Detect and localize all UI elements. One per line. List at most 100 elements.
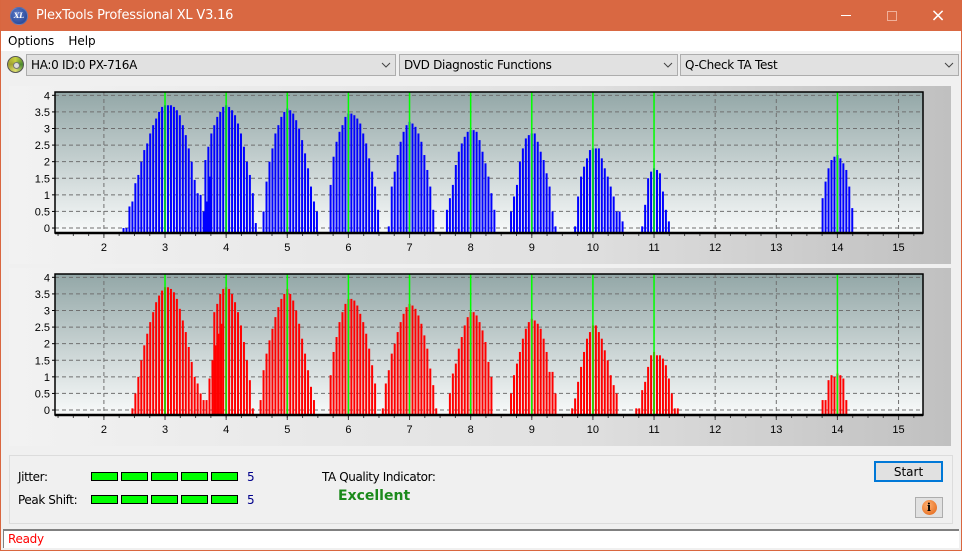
- histogram-bar: [551, 371, 554, 415]
- y-tick-label: 2.5: [35, 322, 50, 334]
- xl-logo-icon[interactable]: XL: [10, 6, 28, 25]
- histogram-bar: [463, 325, 466, 415]
- histogram-bar: [580, 366, 583, 415]
- title-bar[interactable]: XL PlexTools Professional XL V3.16 ×: [1, 0, 961, 31]
- histogram-bar: [448, 393, 451, 415]
- drive-select[interactable]: HA:0 ID:0 PX-716A: [26, 54, 396, 76]
- histogram-bar: [137, 174, 140, 233]
- histogram-bar: [365, 143, 368, 233]
- menu-options[interactable]: Options: [1, 34, 61, 48]
- histogram-bar: [585, 158, 588, 233]
- histogram-bar: [231, 293, 234, 415]
- histogram-bar: [175, 298, 178, 415]
- histogram-bar: [292, 113, 295, 233]
- results-group: [9, 455, 953, 524]
- histogram-bar: [460, 143, 463, 233]
- histogram-bar: [338, 322, 341, 415]
- x-tick-label: 2: [101, 242, 107, 254]
- x-tick-label: 9: [529, 424, 535, 436]
- x-tick-label: 5: [284, 242, 290, 254]
- drive-select-value: HA:0 ID:0 PX-716A: [31, 58, 137, 72]
- histogram-bar: [384, 383, 387, 415]
- histogram-bar: [670, 393, 673, 415]
- histogram-bar: [527, 322, 530, 415]
- x-tick-label: 6: [345, 424, 351, 436]
- histogram-bar: [187, 346, 190, 415]
- start-button[interactable]: Start: [874, 461, 943, 482]
- histogram-bar: [277, 307, 280, 415]
- histogram-bar: [545, 173, 548, 233]
- jitter-meter-segment: [121, 472, 148, 481]
- histogram-bar: [307, 370, 310, 415]
- histogram-bar: [196, 193, 199, 233]
- peak-shift-label: Peak Shift:: [18, 493, 78, 507]
- histogram-bar: [423, 155, 426, 233]
- histogram-bar: [312, 400, 315, 415]
- jitter-label: Jitter:: [18, 470, 48, 484]
- histogram-bar: [190, 161, 193, 233]
- histogram-bar: [402, 131, 405, 233]
- info-button[interactable]: i: [915, 497, 943, 518]
- peak-shift-meter-segment: [211, 495, 238, 504]
- histogram-bar: [609, 186, 612, 233]
- histogram-bar: [475, 315, 478, 415]
- histogram-bar: [181, 125, 184, 233]
- histogram-bar: [478, 322, 481, 415]
- histogram-bar: [295, 310, 298, 415]
- ta-quality-label: TA Quality Indicator:: [322, 470, 436, 484]
- histogram-bar: [193, 179, 196, 233]
- close-button[interactable]: ×: [915, 0, 961, 31]
- histogram-bar: [475, 131, 478, 233]
- histogram-bar: [405, 307, 408, 415]
- test-select[interactable]: Q-Check TA Test: [680, 54, 959, 76]
- histogram-bar: [137, 376, 140, 415]
- x-tick-label: 10: [587, 424, 599, 436]
- x-tick-label: 7: [406, 424, 412, 436]
- histogram-bar: [304, 353, 307, 415]
- histogram-bar: [216, 303, 219, 415]
- histogram-bar: [493, 209, 496, 233]
- histogram-bar: [234, 302, 237, 415]
- peak-shift-value: 5: [247, 493, 255, 507]
- histogram-bar: [359, 313, 362, 415]
- maximize-button[interactable]: [869, 0, 915, 31]
- histogram-bar: [399, 141, 402, 233]
- histogram-bar: [254, 223, 257, 233]
- histogram-bar: [353, 115, 356, 233]
- histogram-bar: [289, 110, 292, 233]
- histogram-bar: [298, 128, 301, 233]
- histogram-bar: [280, 298, 283, 415]
- histogram-bar: [341, 312, 344, 415]
- x-tick-label: 4: [223, 242, 229, 254]
- x-tick-label: 13: [770, 242, 782, 254]
- histogram-bar: [371, 171, 374, 233]
- peak-shift-meter-segment: [181, 495, 208, 504]
- histogram-bar: [187, 148, 190, 233]
- histogram-bar: [600, 338, 603, 415]
- histogram-bar: [597, 148, 600, 233]
- histogram-bar: [609, 375, 612, 415]
- histogram-bar: [228, 288, 231, 415]
- minimize-button[interactable]: [823, 0, 869, 31]
- menu-help[interactable]: Help: [61, 34, 102, 48]
- x-tick-label: 6: [345, 242, 351, 254]
- histogram-bar: [234, 115, 237, 233]
- histogram-bar: [402, 313, 405, 415]
- histogram-bar: [457, 151, 460, 233]
- histogram-bar: [178, 115, 181, 233]
- histogram-bar: [510, 211, 513, 233]
- histogram-bar: [466, 317, 469, 415]
- histogram-bar: [283, 293, 286, 415]
- histogram-bar: [515, 184, 518, 233]
- histogram-bar: [228, 106, 231, 233]
- histogram-bar: [667, 221, 670, 233]
- histogram-bar: [205, 400, 208, 415]
- function-select[interactable]: DVD Diagnostic Functions: [399, 54, 678, 76]
- histogram-bar: [463, 136, 466, 233]
- histogram-bar: [131, 201, 134, 233]
- y-tick-label: 0.5: [35, 206, 50, 218]
- histogram-bar: [597, 332, 600, 415]
- x-tick-label: 15: [892, 424, 904, 436]
- histogram-bar: [193, 376, 196, 415]
- histogram-bar: [420, 323, 423, 415]
